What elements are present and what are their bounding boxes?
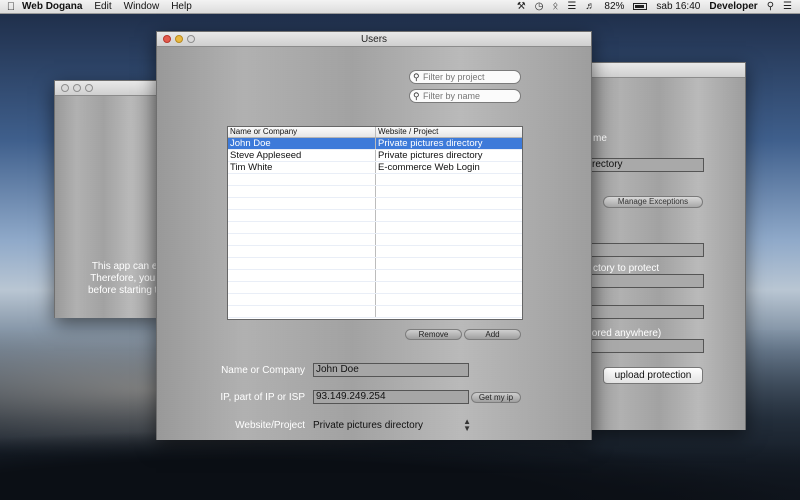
empty-row — [228, 186, 522, 198]
filter-project-search[interactable]: ⚲ — [409, 70, 521, 84]
battery-percent: 82% — [604, 1, 625, 12]
window-titlebar[interactable] — [589, 63, 745, 78]
minimize-window-icon[interactable] — [73, 84, 81, 92]
right-field-3[interactable] — [589, 274, 704, 288]
ip-label: IP, part of IP or ISP — [220, 392, 305, 403]
close-window-icon[interactable] — [61, 84, 69, 92]
menu-window[interactable]: Window — [124, 1, 160, 12]
zoom-window-icon[interactable] — [85, 84, 93, 92]
stored-anywhere-label: tored anywhere) — [589, 328, 662, 339]
spotlight-search-icon[interactable]: ⚲ — [767, 1, 774, 12]
cell-project: Private pictures directory — [378, 138, 483, 149]
get-my-ip-button[interactable]: Get my ip — [471, 392, 521, 403]
empty-row — [228, 294, 522, 306]
window-content: me rectory Manage Exceptions ctory to pr… — [589, 78, 745, 430]
bluetooth-icon[interactable]: ᛟ — [552, 1, 558, 12]
background-window-left: This app can ed Therefore, you s before … — [54, 80, 164, 318]
window-titlebar[interactable]: Users — [157, 32, 591, 47]
users-table[interactable]: Name or Company Website / Project John D… — [227, 126, 523, 320]
upload-protection-button[interactable]: upload protection — [603, 367, 703, 384]
menubar-clock[interactable]: sab 16:40 — [656, 1, 700, 12]
filter-name-search[interactable]: ⚲ — [409, 89, 521, 103]
volume-icon[interactable]: ♬ — [585, 1, 595, 12]
empty-row — [228, 282, 522, 294]
menu-help[interactable]: Help — [171, 1, 192, 12]
ip-field[interactable]: 93.149.249.254 — [313, 390, 469, 404]
empty-row — [228, 258, 522, 270]
apple-menu-icon[interactable]:  — [0, 1, 22, 13]
menu-bar:  Web Dogana Edit Window Help ⚒ ◷ ᛟ ☰ ♬ … — [0, 0, 800, 14]
filter-name-input[interactable] — [423, 91, 515, 101]
close-window-icon[interactable] — [163, 35, 171, 43]
intro-text: This app can ed Therefore, you s before … — [87, 261, 163, 296]
right-field-4[interactable] — [589, 305, 704, 319]
empty-row — [228, 270, 522, 282]
website-project-select[interactable]: Private pictures directory ▲ ▼ — [313, 417, 473, 433]
notification-center-icon[interactable]: ☰ — [783, 1, 792, 12]
users-window: Users ⚲ ⚲ Name or Company Website / Proj… — [156, 31, 592, 440]
app-menu[interactable]: Web Dogana — [22, 1, 82, 12]
empty-row — [228, 174, 522, 186]
empty-row — [228, 306, 522, 318]
cell-project: E-commerce Web Login — [378, 162, 480, 173]
cell-name: Tim White — [228, 162, 376, 173]
wifi-icon[interactable]: ☰ — [567, 1, 576, 12]
menu-edit[interactable]: Edit — [94, 1, 111, 12]
time-machine-icon[interactable]: ◷ — [535, 1, 544, 12]
battery-icon[interactable] — [633, 3, 648, 10]
filter-project-input[interactable] — [423, 72, 515, 82]
add-button[interactable]: Add — [464, 329, 521, 340]
wallpaper-rocks — [0, 430, 800, 500]
directory-field[interactable]: rectory — [589, 158, 704, 172]
window-titlebar[interactable] — [55, 81, 163, 96]
minimize-window-icon[interactable] — [175, 35, 183, 43]
search-icon: ⚲ — [413, 72, 420, 82]
cell-name: John Doe — [228, 138, 376, 149]
search-icon: ⚲ — [413, 91, 420, 101]
name-label: me — [593, 133, 607, 144]
table-row[interactable]: John Doe Private pictures directory — [228, 138, 522, 150]
column-header-name[interactable]: Name or Company — [228, 127, 376, 137]
remove-button[interactable]: Remove — [405, 329, 462, 340]
table-row[interactable]: Steve Appleseed Private pictures directo… — [228, 150, 522, 162]
name-or-company-field[interactable]: John Doe — [313, 363, 469, 377]
table-row[interactable]: Tim White E-commerce Web Login — [228, 162, 522, 174]
column-header-project[interactable]: Website / Project — [376, 127, 522, 137]
empty-row — [228, 246, 522, 258]
empty-row — [228, 222, 522, 234]
selected-website-project: Private pictures directory — [313, 420, 424, 431]
window-content: ⚲ ⚲ Name or Company Website / Project Jo… — [157, 47, 591, 440]
right-field-2[interactable] — [589, 243, 704, 257]
tools-status-icon[interactable]: ⚒ — [517, 1, 526, 12]
empty-row — [228, 234, 522, 246]
table-header: Name or Company Website / Project — [228, 127, 522, 138]
zoom-window-icon[interactable] — [187, 35, 195, 43]
name-or-company-label: Name or Company — [221, 365, 305, 376]
window-title: Users — [360, 33, 388, 45]
cell-project: Private pictures directory — [378, 150, 483, 161]
cell-name: Steve Appleseed — [228, 150, 376, 161]
background-window-right: me rectory Manage Exceptions ctory to pr… — [588, 62, 746, 430]
user-menu[interactable]: Developer — [709, 1, 757, 12]
select-arrows-icon: ▲ ▼ — [463, 417, 471, 433]
manage-exceptions-button[interactable]: Manage Exceptions — [603, 196, 703, 208]
website-project-label: Website/Project — [235, 420, 305, 431]
directory-to-protect-label: ctory to protect — [593, 263, 660, 274]
empty-row — [228, 210, 522, 222]
right-field-5[interactable] — [589, 339, 704, 353]
window-content: This app can ed Therefore, you s before … — [55, 96, 163, 318]
empty-row — [228, 198, 522, 210]
